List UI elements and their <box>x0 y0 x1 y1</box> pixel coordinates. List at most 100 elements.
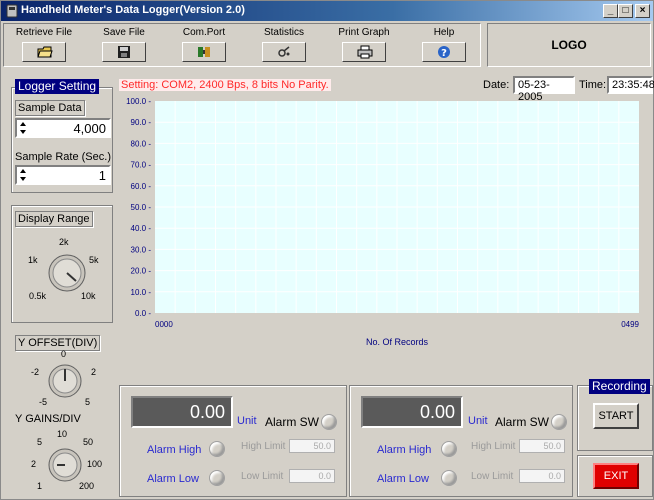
x-axis-label: No. Of Records <box>366 337 429 347</box>
recording-title: Recording <box>589 379 650 394</box>
time-label: Time: <box>579 79 607 91</box>
sample-rate-value: 1 <box>98 168 106 183</box>
sample-data-value: 4,000 <box>73 121 106 136</box>
sample-data-spinner[interactable]: 4,000 <box>15 118 111 138</box>
data-chart: 100.0 - 90.0 - 80.0 - 70.0 - 60.0 - 50.0 - 40.… <box>126 97 639 347</box>
port-connector-icon <box>198 47 210 57</box>
y-tick-label: 70.0 - <box>131 161 152 170</box>
gain-tick-50: 50 <box>83 437 94 447</box>
y-gains-label: Y GAINS/DIV <box>15 413 81 425</box>
offset-tick-5: 5 <box>85 397 91 407</box>
channel1-alarm-sw-label: Alarm SW <box>265 415 319 429</box>
y-gains-knob[interactable] <box>47 447 83 483</box>
range-tick-5k: 5k <box>89 255 99 265</box>
retrieve-file-button[interactable] <box>22 42 66 62</box>
y-tick-label: 60.0 - <box>131 182 152 191</box>
window-title: Handheld Meter's Data Logger(Version 2.0… <box>21 4 245 16</box>
y-offset-knob[interactable] <box>47 363 83 399</box>
gain-tick-5: 5 <box>37 437 43 447</box>
channel2-low-limit-spinner[interactable]: 0.0 <box>519 469 565 483</box>
retrieve-file-tool[interactable]: Retrieve File <box>4 27 84 65</box>
y-tick-label: 100.0 - <box>126 97 151 106</box>
offset-tick-neg5: -5 <box>39 397 48 407</box>
y-tick-label: 20.0 - <box>131 267 152 276</box>
range-tick-1k: 1k <box>28 255 38 265</box>
sample-data-label: Sample Data <box>15 100 85 116</box>
channel1-reading: 0.00 <box>131 396 233 428</box>
printer-icon <box>357 45 373 59</box>
retrieve-file-label: Retrieve File <box>15 27 73 38</box>
save-file-button[interactable] <box>102 42 146 62</box>
date-field: 05-23-2005 <box>513 76 575 103</box>
channel1-alarm-high-label: Alarm High <box>147 444 202 456</box>
start-button[interactable]: START <box>593 403 639 429</box>
com-port-tool[interactable]: Com.Port <box>164 27 244 65</box>
print-graph-tool[interactable]: Print Graph <box>324 27 404 65</box>
help-button[interactable]: ? <box>422 42 466 62</box>
channel2-high-limit-label: High Limit <box>471 441 516 452</box>
time-field: 23:35:48 <box>607 76 654 94</box>
toolbar: Retrieve File Save File Com.Port Statist… <box>3 23 481 67</box>
channel1-alarm-low-label: Alarm Low <box>147 473 199 485</box>
chart-area: 100.0 - 90.0 - 80.0 - 70.0 - 60.0 - 50.0 - 40.… <box>119 97 653 349</box>
offset-tick-2: 2 <box>91 367 97 377</box>
spinner-arrows-icon[interactable] <box>19 168 27 182</box>
y-tick-label: 30.0 - <box>131 245 152 254</box>
channel2-alarm-high-lamp <box>441 441 457 457</box>
channel1-alarm-low-lamp <box>209 470 225 486</box>
display-range-knob[interactable] <box>47 253 87 293</box>
save-file-tool[interactable]: Save File <box>84 27 164 65</box>
com-port-button[interactable] <box>182 42 226 62</box>
channel2-high-limit-spinner[interactable]: 50.0 <box>519 439 565 453</box>
statistics-tool[interactable]: Statistics <box>244 27 324 65</box>
main-window: Handheld Meter's Data Logger(Version 2.0… <box>0 0 654 500</box>
sample-rate-label: Sample Rate (Sec.) <box>15 151 111 163</box>
y-tick-label: 0.0 - <box>135 309 151 318</box>
y-offset-label: Y OFFSET(DIV) <box>15 335 101 351</box>
y-tick-label: 50.0 - <box>131 203 152 212</box>
com-port-label: Com.Port <box>182 27 226 38</box>
display-range-label: Display Range <box>15 211 93 227</box>
offset-tick-0: 0 <box>61 349 67 359</box>
statistics-icon <box>278 46 290 57</box>
title-bar[interactable]: Handheld Meter's Data Logger(Version 2.0… <box>1 1 653 21</box>
app-icon <box>6 4 18 18</box>
print-graph-label: Print Graph <box>338 27 390 38</box>
channel2-alarm-low-label: Alarm Low <box>377 473 429 485</box>
channel1-alarm-switch[interactable] <box>321 414 337 430</box>
logo: LOGO <box>487 23 651 67</box>
connection-status: Setting: COM2, 2400 Bps, 8 bits No Parit… <box>119 79 331 91</box>
help-label: Help <box>433 27 455 38</box>
channel2-unit: Unit <box>468 415 488 427</box>
print-graph-button[interactable] <box>342 42 386 62</box>
help-icon: ? <box>438 46 450 59</box>
channel2-alarm-switch[interactable] <box>551 414 567 430</box>
channel2-alarm-low-lamp <box>441 470 457 486</box>
gain-tick-2: 2 <box>31 459 37 469</box>
help-tool[interactable]: Help ? <box>404 27 484 65</box>
channel2-low-limit-label: Low Limit <box>471 471 514 482</box>
channel2-alarm-high-label: Alarm High <box>377 444 432 456</box>
spinner-arrows-icon[interactable] <box>19 121 27 135</box>
range-tick-2k: 2k <box>59 237 69 247</box>
logger-setting-title: Logger Setting <box>15 79 100 94</box>
maximize-button[interactable]: □ <box>618 4 633 18</box>
channel1-high-limit-label: High Limit <box>241 441 286 452</box>
channel1-unit: Unit <box>237 415 257 427</box>
close-button[interactable]: × <box>635 4 650 18</box>
gain-tick-10: 10 <box>57 429 68 439</box>
channel2-alarm-sw-label: Alarm SW <box>495 415 549 429</box>
minimize-button[interactable]: _ <box>603 4 618 18</box>
x-tick-label: 0499 <box>621 320 639 329</box>
statistics-label: Statistics <box>263 27 304 38</box>
open-folder-icon <box>37 46 53 58</box>
y-tick-label: 90.0 - <box>131 118 152 127</box>
channel1-high-limit-spinner[interactable]: 50.0 <box>289 439 335 453</box>
save-file-label: Save File <box>103 27 145 38</box>
channel1-low-limit-spinner[interactable]: 0.0 <box>289 469 335 483</box>
exit-button[interactable]: EXIT <box>593 463 639 489</box>
channel2-reading: 0.00 <box>361 396 463 428</box>
sample-rate-spinner[interactable]: 1 <box>15 165 111 185</box>
svg-text:?: ? <box>441 48 447 59</box>
statistics-button[interactable] <box>262 42 306 62</box>
